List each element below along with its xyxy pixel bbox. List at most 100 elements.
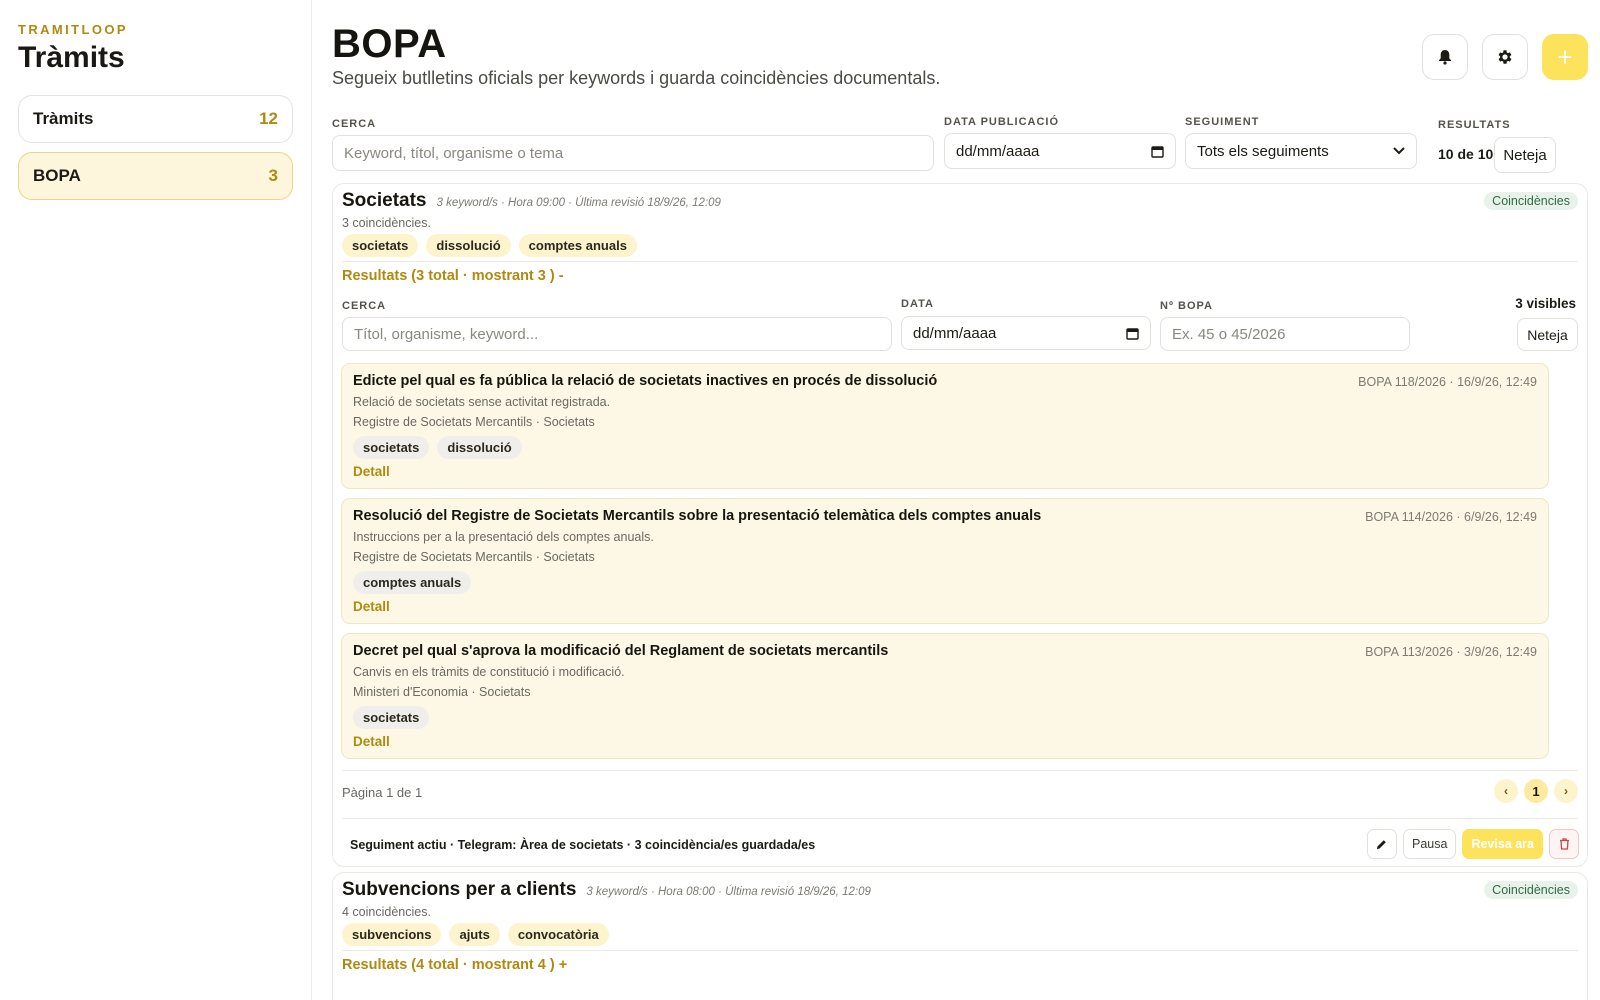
watch-card: Societats 3 keyword/s · Hora 09:00 · Últ… (332, 183, 1588, 867)
notifications-button[interactable] (1422, 34, 1468, 80)
result-description: Canvis en els tràmits de constitució i m… (353, 665, 625, 679)
keyword-chip: subvencions (342, 923, 442, 946)
watch-name: Societats (342, 190, 427, 211)
bell-icon (1439, 50, 1451, 65)
sidebar: TRAMITLOOP Tràmits Tràmits 12 BOPA 3 (0, 0, 312, 1000)
keyword-chip: societats (342, 234, 419, 257)
result-title: Resolució del Registre de Societats Merc… (353, 508, 1042, 524)
watch-meta: 3 keyword/s · Hora 08:00 · Última revisi… (586, 886, 871, 898)
search-label: CERCA (332, 118, 377, 130)
delete-button[interactable] (1549, 829, 1579, 859)
bopa-number-input[interactable]: Ex. 45 o 45/2026 (1160, 317, 1410, 351)
status-badge: Coincidències (1484, 192, 1578, 210)
results-toggle[interactable]: Resultats (3 total · mostrant 3 ) - (342, 268, 564, 284)
edit-button[interactable] (1366, 829, 1397, 859)
brand-name: TRAMITLOOP (18, 22, 128, 37)
result-card: Decret pel qual s'aprova la modificació … (341, 633, 1549, 759)
clear-results-button[interactable]: Neteja (1517, 318, 1578, 351)
sidebar-item-label: Tràmits (33, 109, 94, 128)
follow-label: SEGUIMENT (1185, 116, 1260, 128)
follow-select-value: Tots els seguiments (1197, 142, 1329, 160)
sidebar-item-count: 3 (268, 166, 278, 185)
pagination-text: Pàgina 1 de 1 (342, 785, 423, 800)
results-toggle[interactable]: Resultats (4 total · mostrant 4 ) + (342, 957, 567, 973)
coincidence-count: 3 coincidències. (342, 216, 431, 230)
result-description: Instruccions per a la presentació dels c… (353, 530, 654, 544)
result-organism: Ministeri d'Economia · Societats (353, 685, 531, 699)
coincidence-count: 4 coincidències. (342, 905, 431, 919)
page-number-button[interactable]: 1 (1524, 779, 1548, 803)
clear-filters-button[interactable]: Neteja (1494, 137, 1556, 173)
gear-icon (1498, 50, 1512, 64)
divider (342, 261, 1578, 262)
result-reference: BOPA 113/2026 · 3/9/26, 12:49 (1365, 645, 1537, 659)
results-search-input[interactable]: Títol, organisme, keyword... (342, 317, 892, 351)
results-count: 10 de 10 (1438, 146, 1494, 162)
follow-select[interactable]: Tots els seguiments (1185, 133, 1417, 169)
result-tags: comptes anuals (353, 571, 472, 594)
follow-status: Seguiment actiu · Telegram: Àrea de soci… (350, 838, 816, 852)
result-description: Relació de societats sense activitat reg… (353, 395, 611, 409)
detail-link[interactable]: Detall (353, 599, 390, 614)
tag-chip: dissolució (437, 436, 522, 459)
results-date-input[interactable]: dd/mm/aaaa (901, 316, 1151, 350)
keyword-list: societats dissolució comptes anuals (342, 234, 637, 257)
pagination: ‹ 1 › (1494, 779, 1578, 803)
sidebar-item-count: 12 (259, 109, 278, 128)
next-page-button[interactable]: › (1554, 779, 1578, 803)
pause-button[interactable]: Pausa (1402, 829, 1457, 859)
calendar-icon (1151, 145, 1164, 158)
watch-card: Subvencions per a clients 3 keyword/s · … (332, 872, 1588, 1000)
tag-chip: comptes anuals (353, 571, 472, 594)
sidebar-item-label: BOPA (33, 166, 81, 185)
results-label: RESULTATS (1438, 119, 1511, 131)
date-label: DATA PUBLICACIÓ (944, 116, 1060, 128)
result-title: Decret pel qual s'aprova la modificació … (353, 643, 889, 659)
watch-name: Subvencions per a clients (342, 879, 577, 900)
detail-link[interactable]: Detall (353, 464, 390, 479)
settings-button[interactable] (1482, 34, 1528, 80)
chevron-down-icon (1393, 147, 1405, 155)
search-input[interactable]: Keyword, títol, organisme o tema (332, 135, 934, 171)
date-input[interactable]: dd/mm/aaaa (944, 133, 1176, 169)
result-reference: BOPA 118/2026 · 16/9/26, 12:49 (1358, 375, 1537, 389)
divider (342, 770, 1578, 771)
detail-link[interactable]: Detall (353, 734, 390, 749)
bopa-number-label: Nº BOPA (1160, 300, 1213, 312)
watch-meta: 3 keyword/s · Hora 09:00 · Última revisi… (436, 197, 721, 209)
keyword-chip: convocatòria (507, 923, 609, 946)
page-subtitle: Segueix butlletins oficials per keywords… (332, 68, 941, 88)
results-date-label: DATA (901, 298, 934, 310)
keyword-chip: ajuts (449, 923, 500, 946)
prev-page-button[interactable]: ‹ (1494, 779, 1518, 803)
pencil-icon (1377, 839, 1387, 849)
keyword-list: subvencions ajuts convocatòria (342, 923, 609, 946)
tag-chip: societats (353, 436, 430, 459)
result-card: Edicte pel qual es fa pública la relació… (341, 363, 1549, 489)
result-title: Edicte pel qual es fa pública la relació… (353, 373, 938, 389)
page-title: BOPA (332, 22, 447, 66)
header-actions: + (1422, 34, 1588, 80)
main-content: BOPA Segueix butlletins oficials per key… (332, 0, 1588, 1000)
sidebar-item-tramits[interactable]: Tràmits 12 (18, 95, 293, 143)
trash-icon (1559, 838, 1569, 850)
app-title: Tràmits (18, 41, 125, 74)
date-value: dd/mm/aaaa (956, 142, 1040, 160)
result-reference: BOPA 114/2026 · 6/9/26, 12:49 (1365, 510, 1537, 524)
visible-count: 3 visibles (1515, 296, 1576, 311)
tag-chip: societats (353, 706, 430, 729)
sidebar-nav: Tràmits 12 BOPA 3 (18, 95, 293, 200)
result-card: Resolució del Registre de Societats Merc… (341, 498, 1549, 624)
watch-header: Societats 3 keyword/s · Hora 09:00 · Últ… (342, 190, 721, 212)
divider (342, 818, 1578, 819)
divider (342, 950, 1578, 951)
result-tags: societats dissolució (353, 436, 522, 459)
result-tags: societats (353, 706, 430, 729)
watch-header: Subvencions per a clients 3 keyword/s · … (342, 879, 871, 901)
review-now-button[interactable]: Revisa ara (1462, 829, 1543, 859)
result-organism: Registre de Societats Mercantils · Socie… (353, 550, 595, 564)
add-button[interactable]: + (1542, 34, 1588, 80)
sidebar-item-bopa[interactable]: BOPA 3 (18, 152, 293, 200)
keyword-chip: comptes anuals (518, 234, 637, 257)
calendar-icon (1126, 327, 1139, 340)
